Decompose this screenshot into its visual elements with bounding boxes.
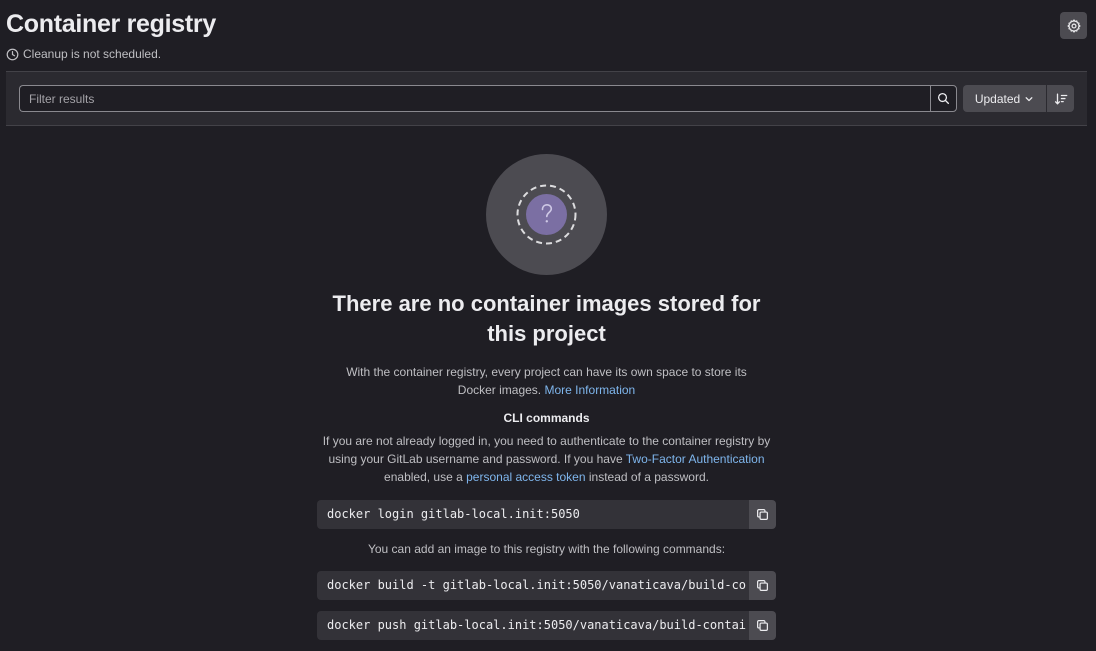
two-factor-auth-link[interactable]: Two-Factor Authentication [626, 452, 765, 466]
copy-icon [756, 508, 769, 521]
copy-build-command-button[interactable] [749, 571, 776, 600]
sort-dropdown[interactable]: Updated [963, 85, 1046, 112]
login-command-row: docker login gitlab-local.init:5050 [317, 500, 776, 529]
auth-instructions: If you are not already logged in, you ne… [317, 432, 776, 486]
copy-icon [756, 579, 769, 592]
push-command-row: docker push gitlab-local.init:5050/vanat… [317, 611, 776, 640]
build-command-row: docker build -t gitlab-local.init:5050/v… [317, 571, 776, 600]
empty-state: There are no container images stored for… [317, 154, 776, 640]
more-information-link[interactable]: More Information [545, 383, 636, 397]
add-image-text: You can add an image to this registry wi… [367, 542, 726, 556]
filter-input[interactable] [19, 85, 930, 112]
clock-icon [6, 48, 19, 61]
push-command[interactable]: docker push gitlab-local.init:5050/vanat… [317, 611, 749, 640]
personal-access-token-link[interactable]: personal access token [466, 470, 585, 484]
build-command[interactable]: docker build -t gitlab-local.init:5050/v… [317, 571, 749, 600]
copy-push-command-button[interactable] [749, 611, 776, 640]
empty-state-illustration [486, 154, 607, 275]
gear-icon [1066, 18, 1081, 33]
cleanup-status: Cleanup is not scheduled. [6, 46, 161, 62]
cli-commands-title: CLI commands [503, 411, 590, 425]
search-icon [937, 92, 950, 105]
cleanup-status-text: Cleanup is not scheduled. [23, 47, 162, 61]
sort-direction-icon [1054, 92, 1068, 106]
question-mark-illustration [516, 184, 577, 245]
copy-login-command-button[interactable] [749, 500, 776, 529]
empty-state-description: With the container registry, every proje… [317, 363, 776, 399]
sort-dropdown-label: Updated [974, 91, 1021, 106]
settings-button[interactable] [1060, 12, 1087, 39]
filter-bar: Updated [6, 71, 1087, 126]
auth-text-2: enabled, use a [384, 470, 463, 484]
sort-direction-button[interactable] [1047, 85, 1074, 112]
chevron-down-icon [1024, 94, 1034, 104]
page-title: Container registry [6, 10, 216, 38]
search-button[interactable] [930, 85, 957, 112]
empty-state-heading: There are no container images stored for… [332, 291, 761, 346]
copy-icon [756, 619, 769, 632]
login-command[interactable]: docker login gitlab-local.init:5050 [317, 500, 749, 529]
auth-text-3: instead of a password. [588, 470, 709, 484]
